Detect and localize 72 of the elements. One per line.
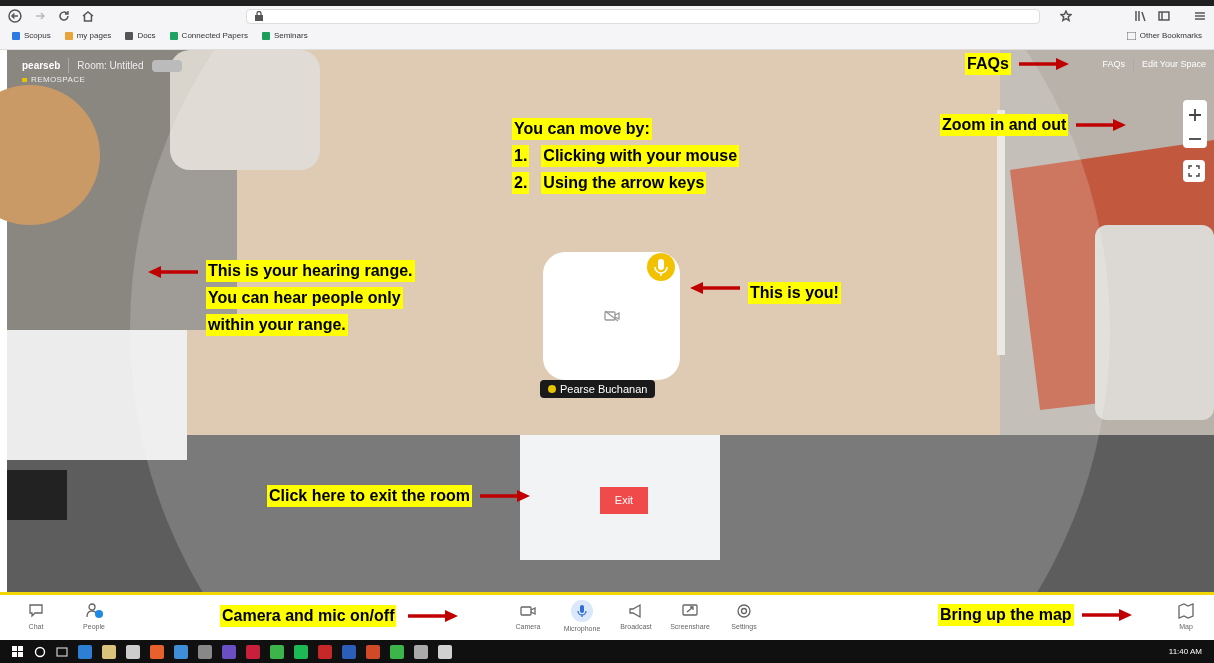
annotation-text: You can move by: (512, 118, 652, 140)
minus-icon (1188, 136, 1202, 141)
reload-icon[interactable] (57, 10, 70, 22)
pointer-arrow (1081, 609, 1132, 621)
bookmark-link[interactable]: Other Bookmarks (1139, 30, 1202, 42)
room-title: Room: Untitled (68, 58, 144, 73)
bookmark-icon (125, 32, 134, 40)
annotation-text: You can hear people only (206, 287, 403, 309)
menu-icon[interactable] (1194, 10, 1207, 22)
logo-icon (22, 78, 27, 82)
back-icon[interactable] (8, 9, 22, 23)
pointer-arrow (479, 490, 530, 502)
pointer-arrow (1018, 58, 1069, 70)
bookmark-icon (64, 32, 73, 40)
bookmark-icon (169, 32, 178, 40)
bookmark-link[interactable]: my pages (76, 30, 112, 42)
library-icon[interactable] (1134, 10, 1147, 22)
lock-icon (254, 11, 263, 21)
exit-button[interactable]: Exit (600, 487, 648, 514)
bookmark-link[interactable]: Connected Papers (181, 30, 248, 42)
people-icon (85, 602, 103, 621)
avatar-name: Pearse Buchanan (560, 381, 648, 397)
step-number: 2. (512, 172, 530, 194)
annotation-text: within your range. (206, 314, 348, 336)
step-number: 1. (512, 145, 530, 167)
app-icon[interactable] (390, 644, 404, 659)
pointer-arrow (408, 610, 459, 622)
user-name: pearseb (22, 59, 61, 73)
zoom-control[interactable] (1183, 100, 1207, 148)
bookmark-icon (12, 32, 20, 40)
pointer-arrow (1076, 119, 1127, 131)
app-icon[interactable] (150, 644, 164, 659)
search-icon[interactable] (34, 645, 46, 658)
app-icon[interactable] (198, 644, 212, 659)
annotation-text: FAQs (965, 53, 1011, 75)
bookmark-icon (261, 32, 270, 40)
home-icon[interactable] (81, 10, 94, 22)
map-icon (1177, 602, 1195, 621)
avatar-tile[interactable] (543, 252, 680, 380)
gear-icon (735, 602, 753, 621)
app-icon[interactable] (294, 644, 308, 659)
camera-off-icon (603, 310, 620, 322)
bookmark-link[interactable]: Docs (137, 30, 156, 42)
pointer-arrow (148, 266, 198, 278)
plus-icon (1188, 107, 1202, 122)
annotation-text: Clicking with your mouse (541, 145, 740, 167)
app-icon[interactable] (270, 644, 284, 659)
annotation-text: Using the arrow keys (541, 172, 707, 194)
app-icon[interactable] (414, 644, 428, 659)
brand-name: REMOSPACE (31, 74, 86, 86)
sidebar-icon[interactable] (1158, 10, 1171, 22)
fullscreen-icon (1188, 165, 1200, 177)
annotation-text: Click here to exit the room (267, 485, 472, 507)
pointer-arrow (690, 282, 740, 294)
app-icon[interactable] (438, 644, 452, 659)
bookmark-link[interactable]: Scopus (24, 30, 51, 42)
annotation-text: Zoom in and out (940, 114, 1069, 136)
fullscreen-button[interactable] (1183, 160, 1205, 182)
app-icon[interactable] (174, 644, 188, 659)
windows-icon[interactable] (12, 645, 24, 658)
annotation-text: This is you! (748, 282, 841, 304)
clock-time: 11:40 AM (1168, 645, 1202, 658)
bookmark-link[interactable]: Seminars (273, 30, 308, 42)
annotation-text: Bring up the map (938, 604, 1074, 626)
star-icon[interactable] (1060, 10, 1073, 22)
annotation-text: Camera and mic on/off (220, 605, 397, 627)
folder-icon (1126, 32, 1136, 40)
app-icon[interactable] (126, 644, 140, 659)
microphone-icon (571, 600, 593, 623)
annotation-text: This is your hearing range. (206, 260, 415, 282)
task-view-icon[interactable] (56, 645, 68, 658)
app-icon[interactable] (102, 644, 116, 659)
